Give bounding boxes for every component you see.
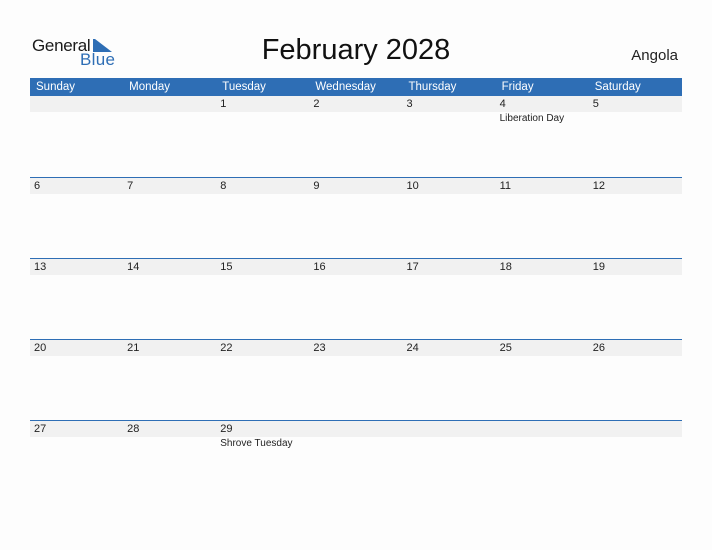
date-row: 6 7 8 9 10 11 12 [30,178,682,194]
day-cell [309,421,402,437]
weekday-header: Sunday Monday Tuesday Wednesday Thursday… [30,78,682,96]
day-cell [123,96,216,112]
day-cell [30,96,123,112]
weekday-monday: Monday [129,81,171,93]
day-number: 3 [406,98,413,110]
week-row: 13 14 15 16 17 18 19 [30,258,682,338]
day-number: 15 [220,261,233,273]
day-number: 26 [592,342,605,354]
day-cell: 5 [589,96,682,112]
day-number: 2 [313,98,320,110]
day-cell [403,421,496,437]
week-row: 1 2 3 4 Liberation Day 5 [30,96,682,176]
weekday-sunday: Sunday [36,81,76,93]
day-cell: 24 [403,340,496,356]
day-cell: 13 [30,259,123,275]
weekday-wednesday: Wednesday [315,81,376,93]
day-cell: 17 [403,259,496,275]
day-cell: 23 [309,340,402,356]
day-number: 27 [34,423,47,435]
day-number: 20 [34,342,47,354]
day-number: 17 [406,261,419,273]
holiday-label: Liberation Day [499,113,565,124]
date-row: 13 14 15 16 17 18 19 [30,259,682,275]
day-cell: 7 [123,178,216,194]
day-cell: 27 [30,421,123,437]
day-cell: 18 [496,259,589,275]
day-number: 5 [592,98,599,110]
day-cell [496,421,589,437]
day-cell: 29 Shrove Tuesday [216,421,309,449]
day-number: 21 [127,342,140,354]
day-number: 25 [499,342,512,354]
day-number: 4 [499,98,506,110]
day-number: 22 [220,342,233,354]
day-cell: 28 [123,421,216,437]
day-number: 13 [34,261,47,273]
day-cell: 4 Liberation Day [496,96,589,124]
day-number: 28 [127,423,140,435]
date-row: 20 21 22 23 24 25 26 [30,340,682,356]
day-cell: 12 [589,178,682,194]
country-label: Angola [631,47,678,64]
day-cell: 20 [30,340,123,356]
week-row: 27 28 29 Shrove Tuesday [30,420,682,500]
day-number: 11 [499,180,512,192]
day-number: 16 [313,261,326,273]
weekday-thursday: Thursday [408,81,457,93]
day-number: 6 [34,180,41,192]
day-cell: 19 [589,259,682,275]
day-cell: 21 [123,340,216,356]
weekday-tuesday: Tuesday [222,81,266,93]
calendar-title: February 2028 [261,34,451,66]
day-number: 24 [406,342,419,354]
holiday-label: Shrove Tuesday [220,438,293,449]
day-cell: 14 [123,259,216,275]
day-number: 23 [313,342,326,354]
day-cell: 26 [589,340,682,356]
day-number: 8 [220,180,227,192]
day-number: 7 [127,180,134,192]
day-number: 18 [499,261,512,273]
weekday-saturday: Saturday [594,81,641,93]
weekday-friday: Friday [501,81,534,93]
day-cell: 15 [216,259,309,275]
day-cell: 22 [216,340,309,356]
day-cell: 9 [309,178,402,194]
day-cell: 3 [403,96,496,112]
day-cell: 8 [216,178,309,194]
day-cell: 16 [309,259,402,275]
day-number: 9 [313,180,320,192]
date-row: 27 28 29 Shrove Tuesday [30,421,682,449]
day-cell: 10 [403,178,496,194]
day-number: 12 [592,180,605,192]
day-cell: 1 [216,96,309,112]
day-cell: 25 [496,340,589,356]
day-cell: 2 [309,96,402,112]
day-cell: 6 [30,178,123,194]
day-number: 10 [406,180,419,192]
day-number: 29 [220,423,233,435]
week-row: 6 7 8 9 10 11 12 [30,177,682,257]
day-number: 14 [127,261,140,273]
day-cell [589,421,682,437]
week-row: 20 21 22 23 24 25 26 [30,339,682,419]
day-cell: 11 [496,178,589,194]
day-number: 19 [592,261,605,273]
date-row: 1 2 3 4 Liberation Day 5 [30,96,682,124]
day-number: 1 [220,98,227,110]
